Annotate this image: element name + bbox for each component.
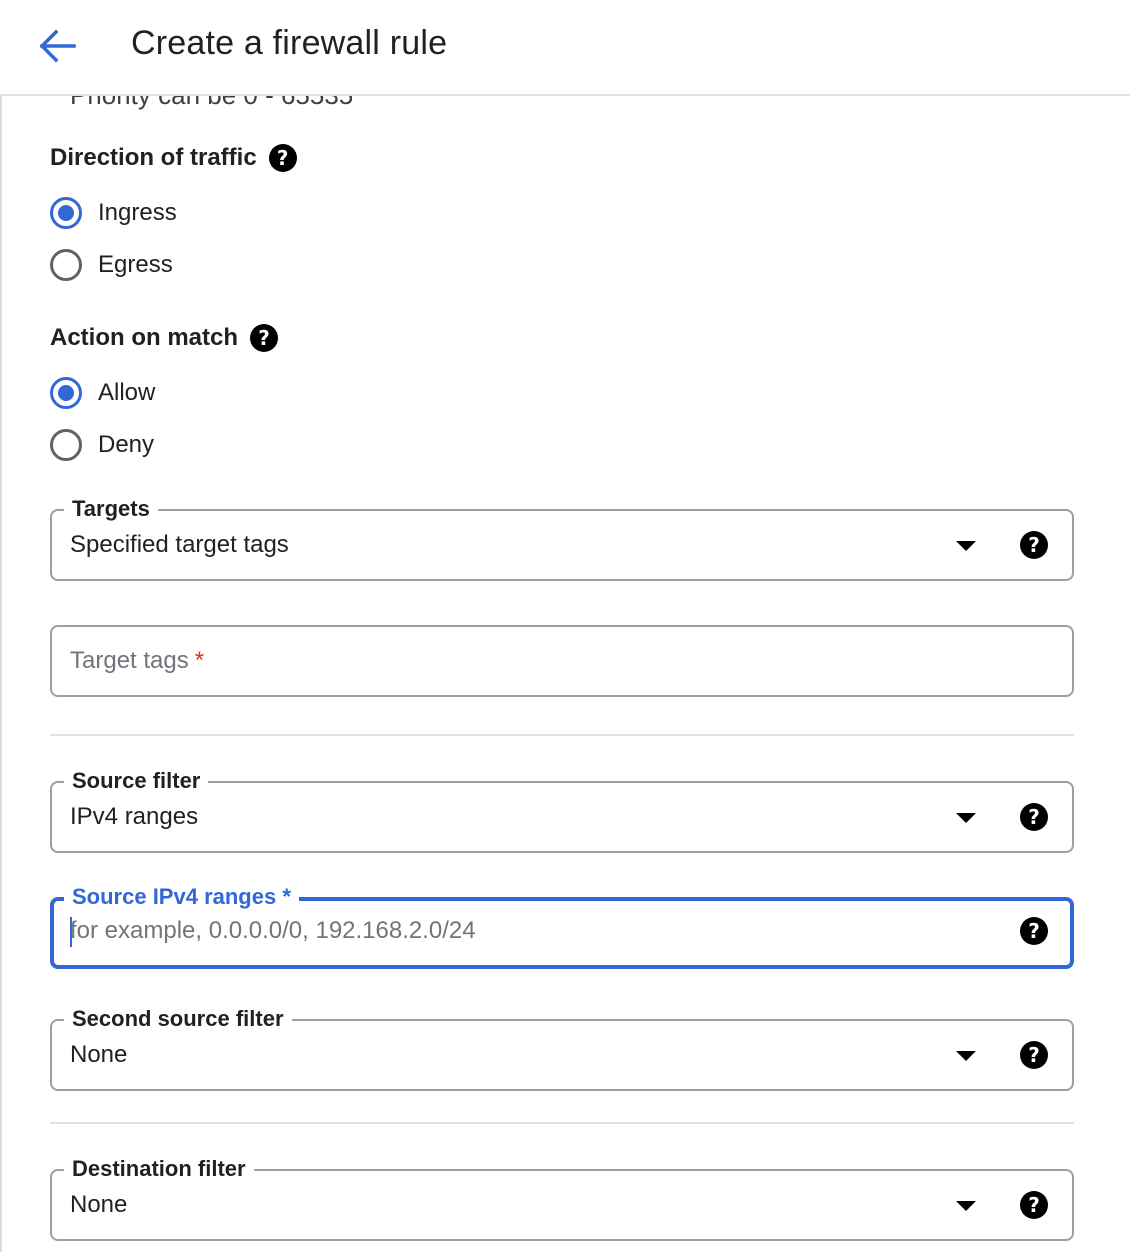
dropdown-arrow-icon[interactable] xyxy=(956,1051,976,1061)
second-source-filter-select[interactable]: Second source filter None ? xyxy=(50,1005,1074,1091)
dropdown-arrow-icon[interactable] xyxy=(956,1201,976,1211)
required-asterisk: * xyxy=(194,647,205,674)
direction-of-traffic-heading: Direction of traffic ? xyxy=(50,144,297,172)
radio-label: Egress xyxy=(98,251,173,278)
placeholder-text: Target tags xyxy=(70,647,189,674)
targets-value: Specified target tags xyxy=(70,531,289,558)
page-header: Create a firewall rule xyxy=(0,0,1130,96)
action-label: Action on match xyxy=(50,324,239,351)
help-icon[interactable]: ? xyxy=(268,144,297,172)
target-tags-input[interactable]: Target tags * xyxy=(50,625,1074,697)
radio-button-checked[interactable] xyxy=(50,377,82,409)
radio-label: Allow xyxy=(98,379,156,406)
direction-label: Direction of traffic xyxy=(50,144,257,171)
destination-filter-select[interactable]: Destination filter None ? xyxy=(50,1155,1074,1241)
second-source-filter-label: Second source filter xyxy=(64,1005,292,1033)
radio-allow[interactable]: Allow xyxy=(50,377,155,409)
help-icon[interactable]: ? xyxy=(1020,803,1048,831)
back-button[interactable] xyxy=(36,26,80,66)
source-ipv4-ranges-input[interactable]: Source IPv4 ranges * for example, 0.0.0.… xyxy=(50,883,1074,969)
page-title: Create a firewall rule xyxy=(131,24,448,62)
action-on-match-heading: Action on match ? xyxy=(50,324,279,352)
dropdown-arrow-icon[interactable] xyxy=(956,541,976,551)
help-icon[interactable]: ? xyxy=(1020,531,1048,559)
targets-label: Targets xyxy=(64,495,158,523)
section-divider xyxy=(50,734,1074,736)
help-icon[interactable]: ? xyxy=(250,324,279,352)
help-icon[interactable]: ? xyxy=(1020,1191,1048,1219)
radio-button[interactable] xyxy=(50,429,82,461)
radio-button-checked[interactable] xyxy=(50,197,82,229)
required-asterisk: * xyxy=(282,884,291,909)
radio-button[interactable] xyxy=(50,249,82,281)
source-ranges-placeholder: for example, 0.0.0.0/0, 192.168.2.0/24 xyxy=(70,917,476,944)
help-icon[interactable]: ? xyxy=(1020,1041,1048,1069)
radio-egress[interactable]: Egress xyxy=(50,249,173,281)
radio-label: Deny xyxy=(98,431,155,458)
destination-filter-label: Destination filter xyxy=(64,1155,254,1183)
section-divider xyxy=(50,1122,1074,1124)
destination-filter-value: None xyxy=(70,1191,128,1218)
source-filter-value: IPv4 ranges xyxy=(70,803,199,830)
help-icon[interactable]: ? xyxy=(1020,917,1048,945)
source-filter-label: Source filter xyxy=(64,767,209,795)
arrow-back-icon xyxy=(39,29,76,63)
radio-deny[interactable]: Deny xyxy=(50,429,154,461)
radio-ingress[interactable]: Ingress xyxy=(50,197,177,229)
dropdown-arrow-icon[interactable] xyxy=(956,813,976,823)
source-filter-select[interactable]: Source filter IPv4 ranges ? xyxy=(50,767,1074,853)
source-ranges-label: Source IPv4 ranges * xyxy=(64,883,299,911)
second-source-filter-value: None xyxy=(70,1041,128,1068)
radio-label: Ingress xyxy=(98,199,177,226)
target-tags-placeholder: Target tags * xyxy=(70,647,204,675)
targets-select[interactable]: Targets Specified target tags ? xyxy=(50,495,1074,581)
source-ranges-label-text: Source IPv4 ranges xyxy=(72,884,277,909)
